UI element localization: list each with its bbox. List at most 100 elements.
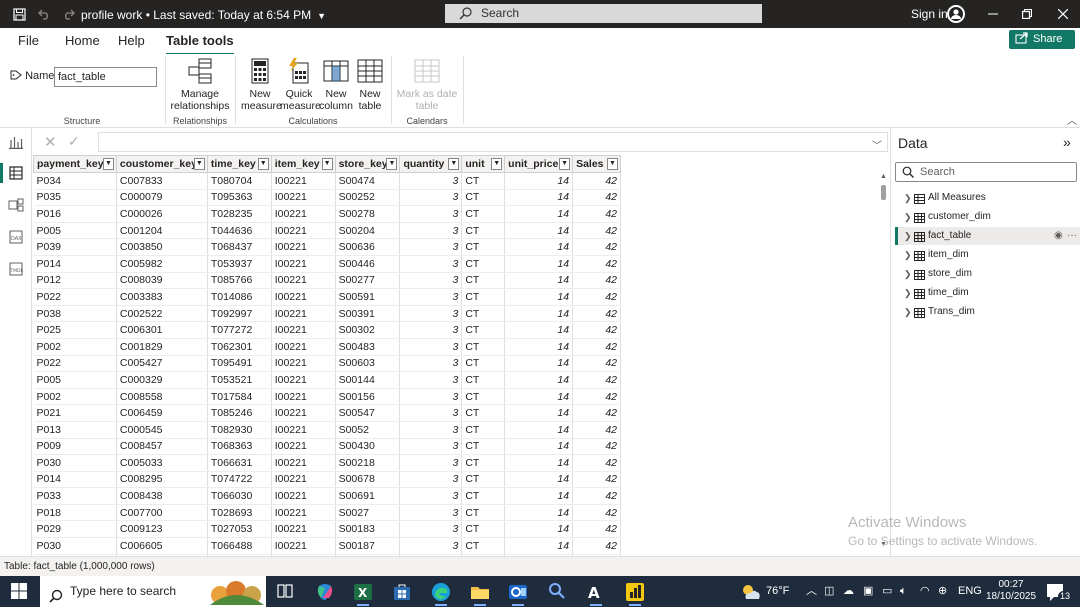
table-cell[interactable]: 3: [399, 288, 463, 306]
table-cell[interactable]: P021: [33, 404, 117, 422]
table-cell[interactable]: 3: [399, 438, 463, 456]
table-cell[interactable]: 42: [572, 421, 621, 439]
table-cell[interactable]: C000079: [116, 189, 208, 207]
expand-formula-icon[interactable]: ﹀: [872, 137, 882, 152]
table-cell[interactable]: 14: [504, 537, 574, 555]
vertical-scrollbar[interactable]: ▲ ▼: [879, 173, 888, 553]
table-cell[interactable]: I00221: [271, 355, 336, 373]
table-cell[interactable]: 3: [399, 305, 463, 323]
table-cell[interactable]: C005033: [116, 454, 208, 472]
windows-start-icon[interactable]: [10, 582, 30, 602]
table-row[interactable]: P009 C008457 T068363 I00221 S00430 3 CT 14 42: [33, 438, 621, 456]
data-pane-item-item-dim[interactable]: ❯ item_dim: [895, 246, 1080, 264]
table-cell[interactable]: 14: [504, 454, 574, 472]
outlook-icon[interactable]: [508, 582, 528, 606]
table-cell[interactable]: CT: [461, 355, 506, 373]
tab-help[interactable]: Help: [118, 33, 145, 48]
table-cell[interactable]: 14: [504, 288, 574, 306]
table-cell[interactable]: C000026: [116, 205, 208, 223]
table-cell[interactable]: I00221: [271, 388, 336, 406]
table-cell[interactable]: S0027: [335, 504, 401, 522]
table-row[interactable]: P016 C000026 T028235 I00221 S00278 3 CT 14 42: [33, 205, 621, 223]
table-cell[interactable]: T044636: [207, 222, 272, 240]
table-cell[interactable]: T053937: [207, 255, 272, 273]
table-row[interactable]: P022 C003383 T014086 I00221 S00591 3 CT 14 42: [33, 288, 621, 306]
minimize-button[interactable]: [976, 0, 1010, 28]
table-cell[interactable]: 14: [504, 421, 574, 439]
table-cell[interactable]: S00156: [335, 388, 401, 406]
data-pane-item-store-dim[interactable]: ❯ store_dim: [895, 265, 1080, 283]
table-cell[interactable]: I00221: [271, 305, 336, 323]
table-row[interactable]: P014 C005982 T053937 I00221 S00446 3 CT 14 42: [33, 255, 621, 273]
redo-icon[interactable]: [60, 0, 76, 28]
table-cell[interactable]: C007833: [116, 172, 208, 190]
table-cell[interactable]: 3: [399, 487, 463, 505]
wifi-icon[interactable]: ◠: [920, 576, 930, 607]
table-cell[interactable]: I00221: [271, 520, 336, 539]
table-cell[interactable]: CT: [461, 189, 506, 207]
table-cell[interactable]: 42: [572, 205, 621, 223]
table-row[interactable]: P035 C000079 T095363 I00221 S00252 3 CT 14 42: [33, 189, 621, 207]
table-cell[interactable]: I00221: [271, 222, 336, 240]
table-row[interactable]: P039 C003850 T068437 I00221 S00636 3 CT 14 42: [33, 238, 621, 256]
table-cell[interactable]: 3: [399, 404, 463, 422]
table-cell[interactable]: S00277: [335, 272, 401, 290]
table-cell[interactable]: 14: [504, 520, 574, 539]
table-cell[interactable]: CT: [461, 338, 506, 356]
column-filter-icon[interactable]: ▼: [559, 158, 571, 170]
chevron-right-icon[interactable]: ❯: [904, 265, 912, 283]
table-cell[interactable]: CT: [461, 454, 506, 472]
table-row[interactable]: P002 C001829 T062301 I00221 S00483 3 CT 14 42: [33, 338, 621, 356]
column-header-item-key[interactable]: item_key ▼: [270, 155, 336, 173]
table-cell[interactable]: C008457: [116, 438, 208, 456]
table-cell[interactable]: P035: [33, 189, 117, 207]
table-cell[interactable]: C006459: [116, 404, 208, 422]
table-cell[interactable]: P038: [33, 305, 117, 323]
table-cell[interactable]: S00446: [335, 255, 401, 273]
table-cell[interactable]: 42: [572, 537, 621, 555]
column-header-quantity[interactable]: quantity ▼: [399, 155, 463, 173]
table-cell[interactable]: T066488: [207, 537, 272, 555]
table-cell[interactable]: T068437: [207, 238, 272, 256]
data-pane-item-customer-dim[interactable]: ❯ customer_dim: [895, 208, 1080, 226]
collapse-pane-icon[interactable]: »: [1063, 134, 1071, 150]
tab-table-tools[interactable]: Table tools: [166, 33, 234, 56]
table-row[interactable]: P012 C008039 T085766 I00221 S00277 3 CT 14 42: [33, 272, 621, 290]
chevron-right-icon[interactable]: ❯: [904, 246, 912, 264]
table-cell[interactable]: T014086: [207, 288, 272, 306]
table-cell[interactable]: CT: [461, 238, 506, 256]
column-filter-icon[interactable]: ▼: [386, 158, 398, 170]
table-cell[interactable]: 3: [399, 520, 463, 539]
table-cell[interactable]: C008039: [116, 272, 208, 290]
table-cell[interactable]: 3: [399, 321, 463, 339]
table-cell[interactable]: 42: [572, 305, 621, 323]
table-cell[interactable]: 3: [399, 238, 463, 256]
notifications-icon[interactable]: 13: [1046, 582, 1073, 602]
table-cell[interactable]: 3: [399, 421, 463, 439]
table-cell[interactable]: T082930: [207, 421, 272, 439]
table-cell[interactable]: T027053: [207, 520, 272, 539]
save-icon[interactable]: [10, 0, 28, 28]
table-cell[interactable]: T085246: [207, 404, 272, 422]
table-cell[interactable]: CT: [461, 205, 506, 223]
font-app-icon[interactable]: A: [586, 582, 606, 606]
weather-icon[interactable]: [740, 582, 762, 602]
table-cell[interactable]: 3: [399, 371, 463, 389]
column-filter-icon[interactable]: ▼: [257, 158, 269, 170]
excel-icon[interactable]: X: [353, 582, 373, 606]
table-cell[interactable]: P014: [33, 255, 117, 273]
table-cell[interactable]: 14: [504, 388, 574, 406]
table-cell[interactable]: I00221: [271, 504, 336, 522]
table-cell[interactable]: T095491: [207, 355, 272, 373]
table-cell[interactable]: P012: [33, 272, 117, 290]
table-cell[interactable]: 42: [572, 189, 621, 207]
table-cell[interactable]: P002: [33, 338, 117, 356]
column-header-time-key[interactable]: time_key ▼: [206, 155, 272, 173]
table-cell[interactable]: T068363: [207, 438, 272, 456]
formula-bar[interactable]: [98, 132, 888, 152]
table-row[interactable]: P022 C005427 T095491 I00221 S00603 3 CT 14 42: [33, 355, 621, 373]
copilot-icon[interactable]: [315, 582, 335, 602]
new-measure-button[interactable]: New measure: [241, 58, 282, 112]
table-cell[interactable]: 42: [572, 321, 621, 339]
table-cell[interactable]: S00391: [335, 305, 401, 323]
